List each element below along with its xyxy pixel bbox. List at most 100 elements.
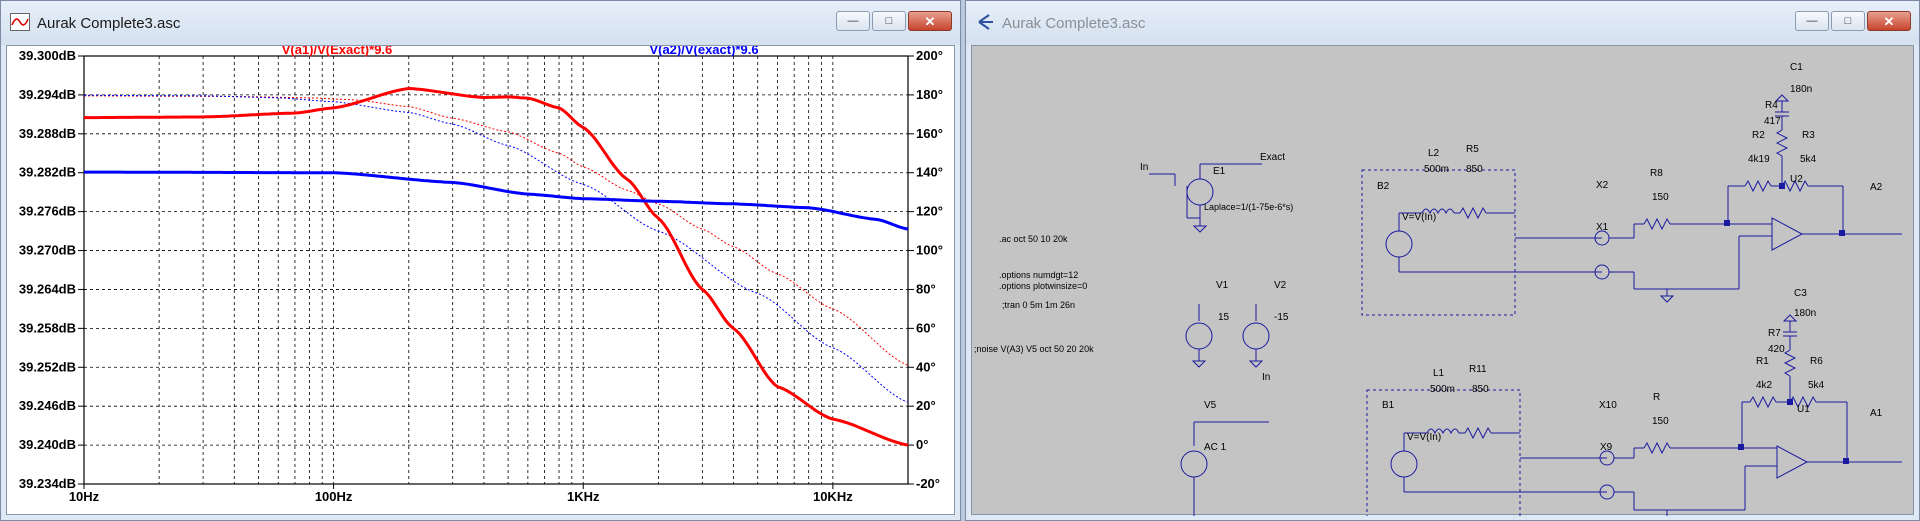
- schematic-window[interactable]: Aurak Complete3.asc — □ ✕ In Exact E1 La…: [965, 0, 1920, 521]
- waveform-window[interactable]: Aurak Complete3.asc — □ ✕ 39.300dB 200° 39…: [0, 0, 961, 521]
- val-v2: -15: [1274, 312, 1289, 323]
- x-tick-label: 1KHz: [567, 489, 600, 504]
- window-title: Aurak Complete3.asc: [1002, 15, 1146, 32]
- ref-v1: V1: [1216, 280, 1229, 291]
- y-tick-label: 39.258dB: [19, 320, 76, 335]
- y-tick-label: 39.294dB: [19, 87, 76, 102]
- ref-x2: X2: [1596, 180, 1609, 191]
- series-2-magnitude-line: [84, 170, 909, 231]
- ref-r8: R8: [1650, 168, 1663, 179]
- y-tick-label: 39.246dB: [19, 398, 76, 413]
- ref-u2: U2: [1790, 174, 1803, 185]
- y-tick-label: 39.264dB: [19, 281, 76, 296]
- series-1-magnitude-line: [84, 86, 909, 447]
- y2-tick-label: 80°: [916, 281, 936, 296]
- y2-tick-label: 0°: [916, 437, 928, 452]
- y2-tick-label: 140°: [916, 165, 943, 180]
- maximize-icon: □: [1844, 14, 1852, 27]
- val-r8: 150: [1652, 192, 1669, 203]
- y2-tick-label: 40°: [916, 359, 936, 374]
- val-r5: 850: [1466, 164, 1483, 175]
- ref-r1: R1: [1756, 356, 1769, 367]
- y2-tick-label: 200°: [916, 48, 943, 63]
- y2-tick-label: 60°: [916, 320, 936, 335]
- y2-tick-label: 120°: [916, 204, 943, 219]
- spice-tran: ;tran 0 5m 1m 26n: [1002, 300, 1075, 310]
- waveform-titlebar[interactable]: Aurak Complete3.asc — □ ✕: [1, 1, 960, 45]
- val-r11: 850: [1472, 384, 1489, 395]
- spice-noise: ;noise V(A3) V5 oct 50 20 20k: [974, 344, 1094, 354]
- y-tick-label: 39.252dB: [19, 359, 76, 374]
- ref-c1: C1: [1790, 62, 1803, 73]
- bode-plot[interactable]: 39.300dB 200° 39.294dB 180° 39.288dB 160° 39.2…: [7, 46, 956, 516]
- spice-ac: .ac oct 50 10 20k: [999, 234, 1068, 244]
- ref-u1: U1: [1797, 404, 1810, 415]
- val-v5: AC 1: [1204, 442, 1227, 453]
- y2-tick-label: -20°: [916, 476, 940, 491]
- y-tick-label: 39.240dB: [19, 437, 76, 452]
- trace-label-a2[interactable]: V(a2)/V(exact)*9.6: [649, 46, 758, 57]
- val-l1: 500m: [1430, 384, 1455, 395]
- close-button[interactable]: ✕: [1867, 11, 1911, 31]
- ref-c3: C3: [1794, 288, 1807, 299]
- net-label-a2: A2: [1870, 182, 1883, 193]
- minimize-button[interactable]: —: [836, 11, 870, 31]
- maximize-icon: □: [885, 14, 893, 27]
- maximize-button[interactable]: □: [872, 11, 906, 31]
- y-tick-label: 39.270dB: [19, 243, 76, 258]
- ref-r2: R2: [1752, 130, 1765, 141]
- val-r2: 4k19: [1748, 154, 1770, 165]
- series-2-phase-line: [84, 94, 909, 403]
- y2-tick-label: 180°: [916, 87, 943, 102]
- schematic-icon: [978, 14, 993, 30]
- ref-v5: V5: [1204, 400, 1217, 411]
- schematic-titlebar[interactable]: Aurak Complete3.asc — □ ✕: [966, 1, 1919, 45]
- val-b1: V=V(In): [1407, 432, 1441, 443]
- ref-r7: R7: [1768, 328, 1781, 339]
- waveform-icon: [10, 13, 30, 31]
- ref-r11: R11: [1469, 364, 1487, 375]
- series-1-phase-line: [84, 95, 909, 366]
- spice-opt1: .options numdgt=12: [999, 270, 1078, 280]
- close-icon: ✕: [1883, 13, 1895, 29]
- ref-b2: B2: [1377, 181, 1390, 192]
- val-r4: 417: [1764, 116, 1781, 127]
- ref-x1: X1: [1596, 222, 1609, 233]
- ref-l1: L1: [1433, 368, 1445, 379]
- ref-r: R: [1653, 392, 1660, 403]
- close-button[interactable]: ✕: [908, 11, 952, 31]
- val-v1: 15: [1218, 312, 1230, 323]
- x-tick-label: 100Hz: [315, 489, 353, 504]
- window-title: Aurak Complete3.asc: [37, 15, 181, 32]
- schematic-drawing[interactable]: In Exact E1 Laplace=1/(1-75e-6*s) .ac oc…: [972, 46, 1915, 516]
- plot-frame: [83, 55, 909, 485]
- val-r3: 5k4: [1800, 154, 1817, 165]
- y-tick-label: 39.234dB: [19, 476, 76, 491]
- val-c3: 180n: [1794, 308, 1816, 319]
- minimize-button[interactable]: —: [1795, 11, 1829, 31]
- val-r6: 5k4: [1808, 380, 1825, 391]
- ref-r6: R6: [1810, 356, 1823, 367]
- schematic-canvas[interactable]: In Exact E1 Laplace=1/(1-75e-6*s) .ac oc…: [971, 45, 1915, 516]
- maximize-button[interactable]: □: [1831, 11, 1865, 31]
- plot-pane[interactable]: 39.300dB 200° 39.294dB 180° 39.288dB 160° 39.2…: [6, 45, 955, 515]
- x-tick-label: 10Hz: [69, 489, 100, 504]
- val-r1: 4k2: [1756, 380, 1773, 391]
- laplace-expr: Laplace=1/(1-75e-6*s): [1204, 202, 1293, 212]
- y-tick-label: 39.300dB: [19, 48, 76, 63]
- minimize-icon: —: [1806, 14, 1818, 27]
- ref-l2: L2: [1428, 148, 1440, 159]
- net-label-in: In: [1140, 162, 1148, 173]
- close-icon: ✕: [924, 13, 936, 29]
- val-b2: V=V(In): [1402, 212, 1436, 223]
- y2-tick-label: 20°: [916, 398, 936, 413]
- val-r7: 420: [1768, 344, 1785, 355]
- y-tick-label: 39.282dB: [19, 165, 76, 180]
- trace-label-a1[interactable]: V(a1)/V(Exact)*9.6: [282, 46, 393, 57]
- ref-b1: B1: [1382, 400, 1395, 411]
- ref-x9: X9: [1600, 442, 1613, 453]
- y-tick-label: 39.288dB: [19, 126, 76, 141]
- net-label-a1: A1: [1870, 408, 1883, 419]
- ref-x10: X10: [1599, 400, 1617, 411]
- y2-tick-label: 160°: [916, 126, 943, 141]
